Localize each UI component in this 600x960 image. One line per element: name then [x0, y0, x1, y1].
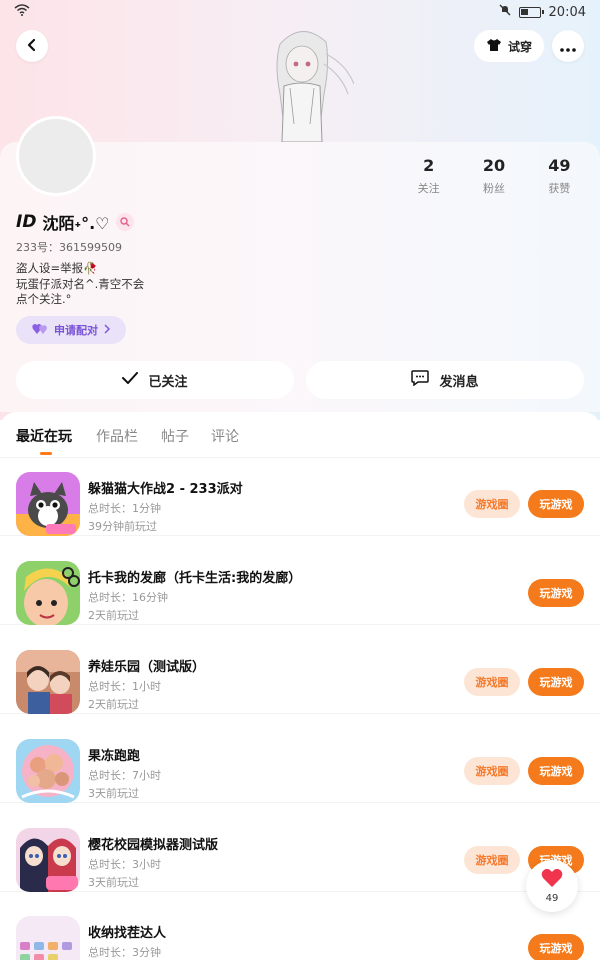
stat-value: 20 — [482, 156, 506, 175]
hearts-icon — [32, 323, 48, 338]
game-row[interactable]: 樱花校园模拟器测试版 总时长：3小时 3天前玩过 游戏圈 玩游戏 — [0, 804, 600, 892]
check-icon — [122, 372, 139, 388]
back-button[interactable] — [16, 30, 48, 62]
profile-uid: 233号：361599509 — [16, 241, 122, 254]
game-duration: 总时长：3小时 — [88, 858, 161, 871]
bio-line: 点个关注.° — [16, 292, 72, 306]
status-bar: 20:04 — [0, 0, 600, 24]
send-message-label: 发消息 — [439, 374, 479, 390]
game-duration: 总时长：1小时 — [88, 680, 161, 693]
bell-off-icon — [499, 4, 511, 20]
stat-followers[interactable]: 20 粉丝 — [461, 156, 526, 196]
game-duration: 总时长：3分钟 — [88, 946, 161, 959]
game-title: 樱花校园模拟器测试版 — [88, 838, 219, 853]
bio-line: 玩蛋仔派对名^.青空不会 — [16, 276, 145, 291]
game-icon-storage-spot-difference — [16, 916, 80, 960]
game-title: 躲猫猫大作战2 - 233派对 — [88, 482, 243, 497]
like-floating-button[interactable]: 49 — [526, 860, 578, 912]
game-title: 收纳找茬达人 — [88, 926, 167, 941]
game-last-played: 2天前玩过 — [88, 609, 139, 622]
play-game-button[interactable]: 玩游戏 — [528, 668, 584, 696]
message-icon — [411, 370, 430, 390]
more-options-button[interactable] — [552, 30, 584, 62]
tab-posts[interactable]: 帖子 — [161, 426, 189, 446]
stat-label: 获赞 — [548, 182, 571, 195]
game-duration: 总时长：1分钟 — [88, 502, 161, 515]
profile-bio: 盗人设=举报🥀 玩蛋仔派对名^.青空不会 点个关注.° — [16, 261, 144, 308]
request-pair-label: 申请配对 — [54, 324, 98, 337]
game-last-played: 3天前玩过 — [88, 876, 139, 889]
game-row[interactable]: 收纳找茬达人 总时长：3分钟 玩游戏 — [0, 892, 600, 960]
chevron-left-icon — [26, 37, 38, 56]
profile-stats: 2 关注 20 粉丝 49 获赞 — [396, 156, 592, 196]
stat-likes[interactable]: 49 获赞 — [527, 156, 592, 196]
game-last-played: 3天前玩过 — [88, 787, 139, 800]
game-title: 养娃乐园（测试版） — [88, 660, 206, 675]
game-duration: 总时长：16分钟 — [88, 591, 168, 604]
game-title: 托卡我的发廊（托卡生活:我的发廊） — [88, 571, 302, 586]
game-icon-jelly-run — [16, 739, 80, 803]
followed-button[interactable]: 已关注 — [16, 361, 294, 399]
game-circle-button[interactable]: 游戏圈 — [464, 846, 520, 874]
id-badge: ID — [16, 212, 37, 232]
try-on-button[interactable]: 试穿 — [474, 30, 544, 62]
play-game-button[interactable]: 玩游戏 — [528, 757, 584, 785]
try-on-label: 试穿 — [507, 39, 532, 54]
play-game-button[interactable]: 玩游戏 — [528, 579, 584, 607]
game-icon-toca-hair-salon — [16, 561, 80, 625]
stat-value: 2 — [423, 156, 435, 175]
send-message-button[interactable]: 发消息 — [306, 361, 584, 399]
game-icon-baby-park — [16, 650, 80, 714]
avatar-character-image — [250, 24, 355, 143]
avatar[interactable] — [16, 116, 96, 196]
game-last-played: 39分钟前玩过 — [88, 520, 157, 533]
bio-line: 盗人设=举报🥀 — [16, 261, 98, 275]
game-last-played: 2天前玩过 — [88, 698, 139, 711]
game-circle-button[interactable]: 游戏圈 — [464, 490, 520, 518]
battery-icon — [518, 6, 544, 18]
followed-label: 已关注 — [148, 374, 188, 390]
like-count: 49 — [545, 893, 559, 904]
game-row[interactable]: 养娃乐园（测试版） 总时长：1小时 2天前玩过 游戏圈 玩游戏 — [0, 626, 600, 714]
stat-label: 粉丝 — [482, 182, 505, 195]
game-title: 果冻跑跑 — [88, 749, 141, 764]
more-horizontal-icon — [560, 37, 576, 56]
shirt-icon — [486, 38, 502, 55]
game-row[interactable]: 托卡我的发廊（托卡生活:我的发廊） 总时长：16分钟 2天前玩过 玩游戏 — [0, 537, 600, 625]
chevron-right-icon — [104, 324, 110, 337]
status-time: 20:04 — [548, 4, 586, 20]
search-icon[interactable] — [115, 213, 134, 231]
stat-following[interactable]: 2 关注 — [396, 156, 461, 196]
request-pair-button[interactable]: 申请配对 — [16, 316, 126, 344]
game-circle-button[interactable]: 游戏圈 — [464, 668, 520, 696]
game-icon-sakura-school — [16, 828, 80, 892]
game-row[interactable]: 躲猫猫大作战2 - 233派对 总时长：1分钟 39分钟前玩过 游戏圈 玩游戏 — [0, 448, 600, 536]
tab-comments[interactable]: 评论 — [211, 426, 239, 446]
profile-name-row: ID 沈陌˖°.♡ — [16, 210, 134, 234]
game-duration: 总时长：7小时 — [88, 769, 161, 782]
heart-icon — [541, 868, 563, 892]
play-game-button[interactable]: 玩游戏 — [528, 934, 584, 960]
tab-works[interactable]: 作品栏 — [96, 426, 138, 446]
game-circle-button[interactable]: 游戏圈 — [464, 757, 520, 785]
wifi-icon — [14, 4, 30, 20]
stat-value: 49 — [548, 156, 571, 175]
profile-name: 沈陌˖°.♡ — [42, 214, 110, 233]
tab-recently-played[interactable]: 最近在玩 — [16, 426, 72, 446]
stat-label: 关注 — [417, 182, 440, 195]
game-icon-hide-and-seek — [16, 472, 80, 536]
game-row[interactable]: 果冻跑跑 总时长：7小时 3天前玩过 游戏圈 玩游戏 — [0, 715, 600, 803]
play-game-button[interactable]: 玩游戏 — [528, 490, 584, 518]
